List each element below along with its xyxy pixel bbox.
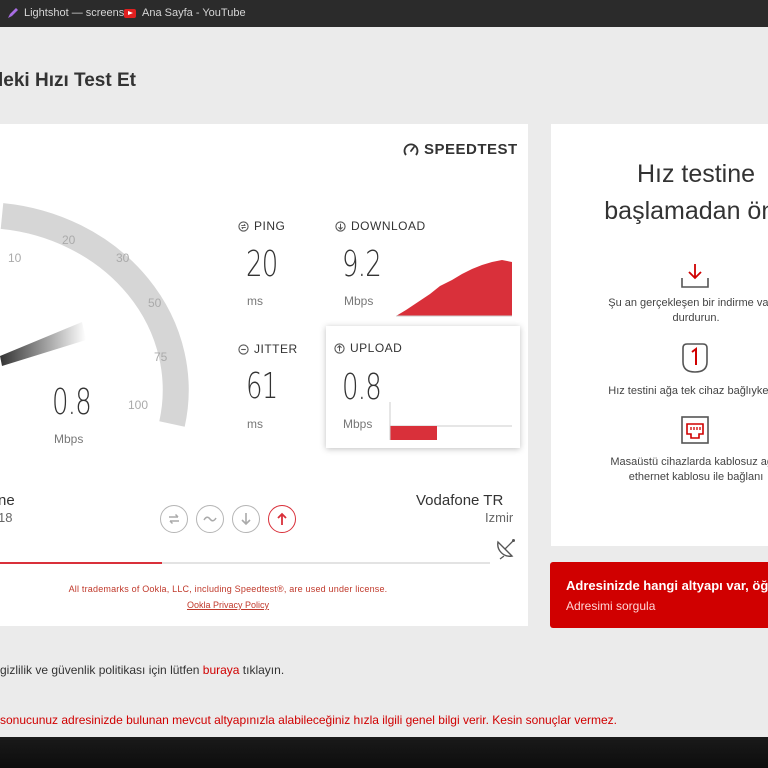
speedtest-logo: SPEEDTEST	[403, 141, 518, 158]
download-unit: Mbps	[344, 294, 374, 308]
address-query-link[interactable]: Adresimi sorgula	[566, 599, 655, 613]
bookmark-lightshot[interactable]: Lightshot — screens...	[8, 6, 133, 20]
privacy-notice: gizlilik ve güvenlik politikası için lüt…	[0, 663, 284, 677]
tip-2-line1: Hız testini ağa tek cihaz bağlıyken b	[608, 385, 768, 397]
arrow-down-icon	[241, 513, 251, 526]
taskbar	[0, 737, 768, 768]
jitter-label-text: JITTER	[254, 342, 298, 356]
download-label-text: DOWNLOAD	[351, 219, 426, 233]
banner-title: Adresinizde hangi altyapı var, öğre	[566, 578, 768, 593]
privacy-notice-pre: gizlilik ve güvenlik politikası için lüt…	[0, 663, 203, 677]
test-progress-fill	[0, 562, 162, 564]
ping-icon	[238, 220, 249, 232]
ping-mode-button[interactable]	[160, 505, 188, 533]
ping-value: 20	[246, 244, 278, 285]
test-progress-bar	[0, 562, 490, 564]
jitter-unit: ms	[247, 417, 263, 431]
tip-1-line1: Şu an gerçekleşen bir indirme varsa	[608, 297, 768, 309]
gauge-unit: Mbps	[54, 432, 84, 446]
tips-title-line1: Hız testine	[636, 160, 756, 188]
tip-3-text: Masaüstü cihazlarda kablosuz ağ y ethern…	[551, 455, 768, 485]
tip-3-line2: ethernet kablosu ile bağlanı	[628, 471, 764, 483]
speedtest-logo-text: SPEEDTEST	[424, 141, 518, 158]
trademark-notice: All trademarks of Ookla, LLC, including …	[68, 584, 388, 594]
upload-mode-button[interactable]	[268, 505, 296, 533]
number-one-icon	[682, 343, 708, 373]
tips-title-line2: başlamadan önc	[604, 197, 768, 225]
gauge-value: 0.8	[52, 382, 92, 423]
upload-value: 0.8	[342, 367, 382, 408]
arrow-up-icon	[277, 512, 287, 525]
download-tray-icon	[681, 264, 709, 288]
privacy-notice-post: tıklayın.	[239, 663, 285, 677]
bookmark-label: Lightshot — screens...	[24, 7, 134, 19]
tips-title: Hız testine başlamadan önc	[551, 156, 768, 230]
bookmarks-bar: Lightshot — screens... Ana Sayfa - YouTu…	[0, 0, 768, 27]
client-ip: 18	[0, 510, 13, 525]
client-isp-name: ne	[0, 492, 15, 509]
download-label: DOWNLOAD	[335, 219, 426, 233]
youtube-icon	[124, 8, 136, 18]
speedometer-icon	[403, 142, 419, 156]
satellite-dish-icon[interactable]	[494, 534, 520, 560]
tip-1-text: Şu an gerçekleşen bir indirme varsa durd…	[551, 296, 768, 326]
upload-graph	[390, 426, 437, 440]
test-mode-buttons	[160, 505, 296, 533]
upload-unit: Mbps	[343, 417, 373, 431]
download-value: 9.2	[342, 244, 382, 285]
download-mode-button[interactable]	[232, 505, 260, 533]
ookla-privacy-link[interactable]: Ookla Privacy Policy	[0, 600, 456, 610]
wave-icon	[203, 516, 217, 522]
gauge-needle	[0, 322, 86, 366]
jitter-label: JITTER	[238, 342, 298, 356]
result-disclaimer: sonucunuz adresinizde bulunan mevcut alt…	[0, 713, 618, 727]
ping-unit: ms	[247, 294, 263, 308]
jitter-mode-button[interactable]	[196, 505, 224, 533]
gauge-tick: 10	[8, 251, 22, 265]
upload-arrow-icon	[334, 342, 345, 354]
infrastructure-query-banner[interactable]: Adresinizde hangi altyapı var, öğre Adre…	[550, 562, 768, 628]
lightshot-feather-icon	[8, 8, 18, 18]
upload-label: UPLOAD	[334, 341, 402, 355]
download-arrow-icon	[335, 220, 346, 232]
arrows-exchange-icon	[169, 513, 179, 525]
gauge-tick: 50	[148, 296, 162, 310]
ping-label-text: PING	[254, 219, 286, 233]
ping-label: PING	[238, 219, 285, 233]
server-name[interactable]: Vodafone TR	[416, 492, 503, 509]
bookmark-youtube[interactable]: Ana Sayfa - YouTube	[124, 6, 246, 20]
gauge-tick: 75	[154, 350, 168, 364]
tip-2-text: Hız testini ağa tek cihaz bağlıyken b	[551, 384, 768, 399]
tip-3-line1: Masaüstü cihazlarda kablosuz ağ y	[610, 456, 768, 468]
gauge-tick: 30	[116, 251, 130, 265]
jitter-value: 61	[246, 366, 278, 407]
tips-panel: Hız testine başlamadan önc Şu an gerçekl…	[551, 124, 768, 546]
privacy-here-link[interactable]: buraya	[203, 663, 240, 677]
ethernet-port-icon	[681, 416, 709, 444]
jitter-icon	[238, 343, 249, 355]
page-title: leki Hızı Test Et	[0, 70, 136, 91]
bookmark-label: Ana Sayfa - YouTube	[142, 7, 246, 19]
upload-label-text: UPLOAD	[350, 341, 403, 355]
gauge-tick: 20	[62, 233, 76, 247]
gauge-tick: 100	[128, 398, 148, 412]
server-city: Izmir	[485, 510, 514, 525]
download-graph	[396, 260, 512, 316]
tip-1-line2: durdurun.	[672, 312, 720, 324]
